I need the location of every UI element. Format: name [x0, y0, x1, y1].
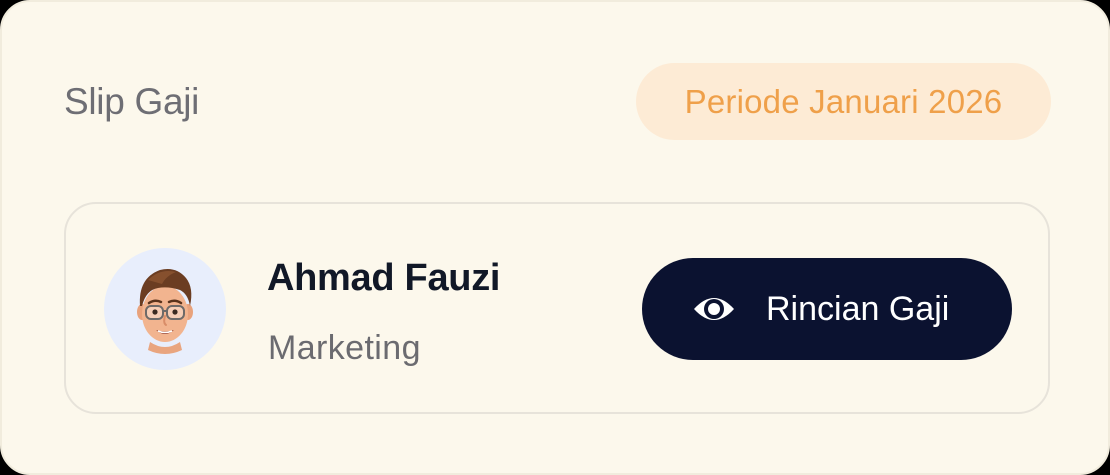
memoji-avatar-icon: [137, 269, 193, 354]
employee-row: Ahmad Fauzi Marketing Rincian Gaji: [64, 202, 1050, 414]
salary-detail-button-label: Rincian Gaji: [766, 290, 950, 328]
period-badge: Periode Januari 2026: [636, 63, 1051, 140]
salary-detail-button[interactable]: Rincian Gaji: [642, 258, 1012, 360]
employee-name: Ahmad Fauzi: [267, 257, 501, 299]
avatar: [104, 248, 226, 370]
employee-department: Marketing: [268, 329, 421, 367]
period-badge-label: Periode Januari 2026: [684, 82, 1003, 120]
payslip-card: Slip Gaji Periode Januari 2026 Ahmad Fau…: [0, 0, 1110, 475]
eye-icon: [692, 289, 736, 334]
card-title: Slip Gaji: [64, 81, 200, 122]
